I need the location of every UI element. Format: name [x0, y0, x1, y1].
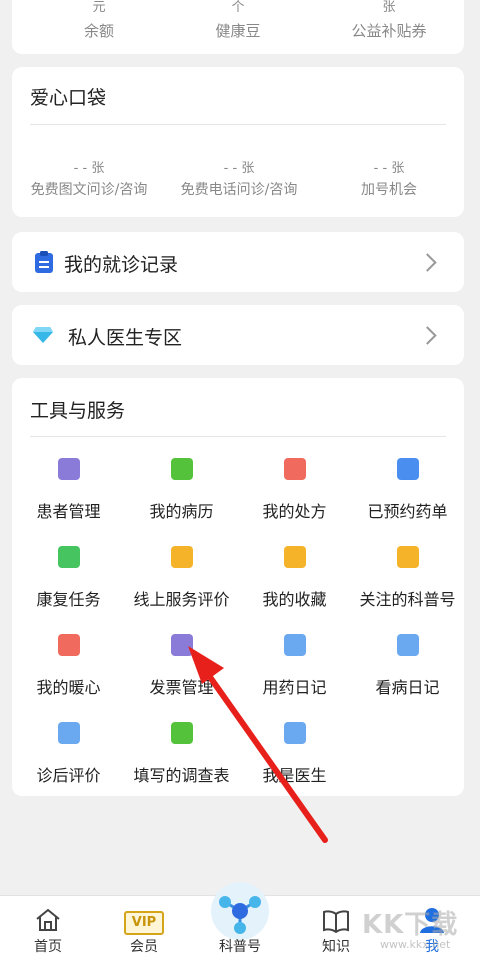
home-icon	[35, 908, 61, 936]
tool-item[interactable]: 发票管理	[125, 634, 238, 698]
tab-home[interactable]: 首页	[0, 896, 96, 960]
tool-item[interactable]: 填写的调查表	[125, 722, 238, 786]
love-pocket-title: 爱心口袋	[30, 87, 107, 109]
tool-label: 诊后评价	[36, 766, 101, 785]
tool-label: 我的病历	[149, 502, 214, 521]
pocket-value: - - 张	[73, 161, 105, 176]
tool-label: 我的暖心	[36, 678, 101, 697]
visit-records-row[interactable]: 我的就诊记录	[12, 232, 464, 292]
balance-label[interactable]: 余额	[24, 20, 174, 41]
tool-label: 填写的调查表	[133, 766, 230, 785]
tool-label: 看病日记	[375, 678, 440, 697]
tab-vip-label: 会员	[130, 939, 158, 955]
pocket-label: 免费图文问诊/咨询	[30, 182, 148, 198]
medical-record-icon	[171, 458, 193, 480]
tool-label: 我是医生	[262, 766, 327, 785]
tab-science-label: 科普号	[219, 939, 261, 955]
tab-home-label: 首页	[34, 939, 62, 955]
tools-card: 工具与服务 患者管理 我的病历 我的处方 已预约药单康复任务 线上服务评价 我的收藏 关注的…	[12, 378, 464, 796]
prescription-icon	[284, 458, 306, 480]
tab-science[interactable]: 科普号	[192, 882, 288, 960]
tool-item[interactable]: 我的暖心	[12, 634, 125, 698]
pocket-item-text-consult[interactable]: - - 张 免费图文问诊/咨询	[14, 157, 164, 199]
tool-label: 发票管理	[149, 678, 214, 697]
tool-item[interactable]: 已预约药单	[351, 458, 464, 522]
health-bean-label[interactable]: 健康豆	[163, 20, 313, 41]
visit-records-title: 我的就诊记录	[64, 254, 179, 276]
tab-vip[interactable]: VIP 会员	[96, 896, 192, 960]
tool-label: 康复任务	[36, 590, 101, 609]
capsule-icon	[284, 634, 306, 656]
coupon-unit: 张	[382, 0, 396, 15]
divider	[30, 124, 446, 125]
tool-item[interactable]: 诊后评价	[12, 722, 125, 786]
tool-item[interactable]: 线上服务评价	[125, 546, 238, 610]
patient-manage-icon	[58, 458, 80, 480]
tool-label: 已预约药单	[367, 502, 448, 521]
diary-heart-icon	[397, 634, 419, 656]
pocket-label: 加号机会	[361, 182, 417, 198]
pocket-item-extra-slot[interactable]: - - 张 加号机会	[314, 157, 464, 199]
clipboard-icon	[34, 250, 54, 278]
tool-item[interactable]: 用药日记	[238, 634, 351, 698]
survey-icon	[171, 722, 193, 744]
tab-me-label: 我	[425, 939, 439, 955]
diamond-icon	[32, 326, 54, 348]
pocket-label: 免费电话问诊/咨询	[180, 182, 298, 198]
tab-knowledge[interactable]: 知识	[288, 896, 384, 960]
private-doctor-title: 私人医生专区	[68, 327, 183, 349]
pocket-value: - - 张	[373, 161, 405, 176]
rehab-task-icon	[58, 546, 80, 568]
vip-icon: VIP	[124, 911, 164, 935]
tool-label: 线上服务评价	[133, 590, 230, 609]
person-icon	[418, 906, 446, 938]
coupon-label[interactable]: 公益补贴券	[314, 20, 464, 41]
tool-label: 用药日记	[262, 678, 327, 697]
tool-item[interactable]: 看病日记	[351, 634, 464, 698]
chevron-right-icon	[418, 253, 437, 272]
health-bean-unit: 个	[231, 0, 245, 15]
pocket-value: - - 张	[223, 161, 255, 176]
invoice-icon	[171, 634, 193, 656]
science-hub-icon	[211, 882, 269, 940]
tool-item[interactable]: 我的收藏	[238, 546, 351, 610]
post-visit-review-icon	[58, 722, 80, 744]
doctor-icon	[284, 722, 306, 744]
pocket-item-phone-consult[interactable]: - - 张 免费电话问诊/咨询	[164, 157, 314, 199]
tool-label: 关注的科普号	[359, 590, 456, 609]
heart-hand-icon	[58, 634, 80, 656]
wallet-card: 元 余额 个 健康豆 张 公益补贴券	[12, 0, 464, 54]
bottom-tab-bar: 首页 VIP 会员 科普号 知识 我	[0, 882, 480, 960]
tool-item[interactable]: 关注的科普号	[351, 546, 464, 610]
divider	[30, 436, 446, 437]
tool-item[interactable]: 康复任务	[12, 546, 125, 610]
balance-unit: 元	[92, 0, 106, 15]
tool-label: 患者管理	[36, 502, 101, 521]
chevron-right-icon	[418, 326, 437, 345]
love-pocket-card: 爱心口袋 - - 张 免费图文问诊/咨询 - - 张 免费电话问诊/咨询 - -…	[12, 67, 464, 217]
private-doctor-row[interactable]: 私人医生专区	[12, 305, 464, 365]
book-icon	[322, 909, 350, 937]
science-account-icon	[397, 546, 419, 568]
tool-label: 我的处方	[262, 502, 327, 521]
tool-item[interactable]: 我的处方	[238, 458, 351, 522]
star-icon	[284, 546, 306, 568]
service-rating-icon	[171, 546, 193, 568]
tab-knowledge-label: 知识	[322, 939, 350, 955]
tools-title: 工具与服务	[30, 400, 126, 422]
tool-item[interactable]: 我是医生	[238, 722, 351, 786]
tool-item[interactable]: 患者管理	[12, 458, 125, 522]
tab-me[interactable]: 我	[384, 896, 480, 960]
pill-clock-icon	[397, 458, 419, 480]
tool-item[interactable]: 我的病历	[125, 458, 238, 522]
tool-label: 我的收藏	[262, 590, 327, 609]
